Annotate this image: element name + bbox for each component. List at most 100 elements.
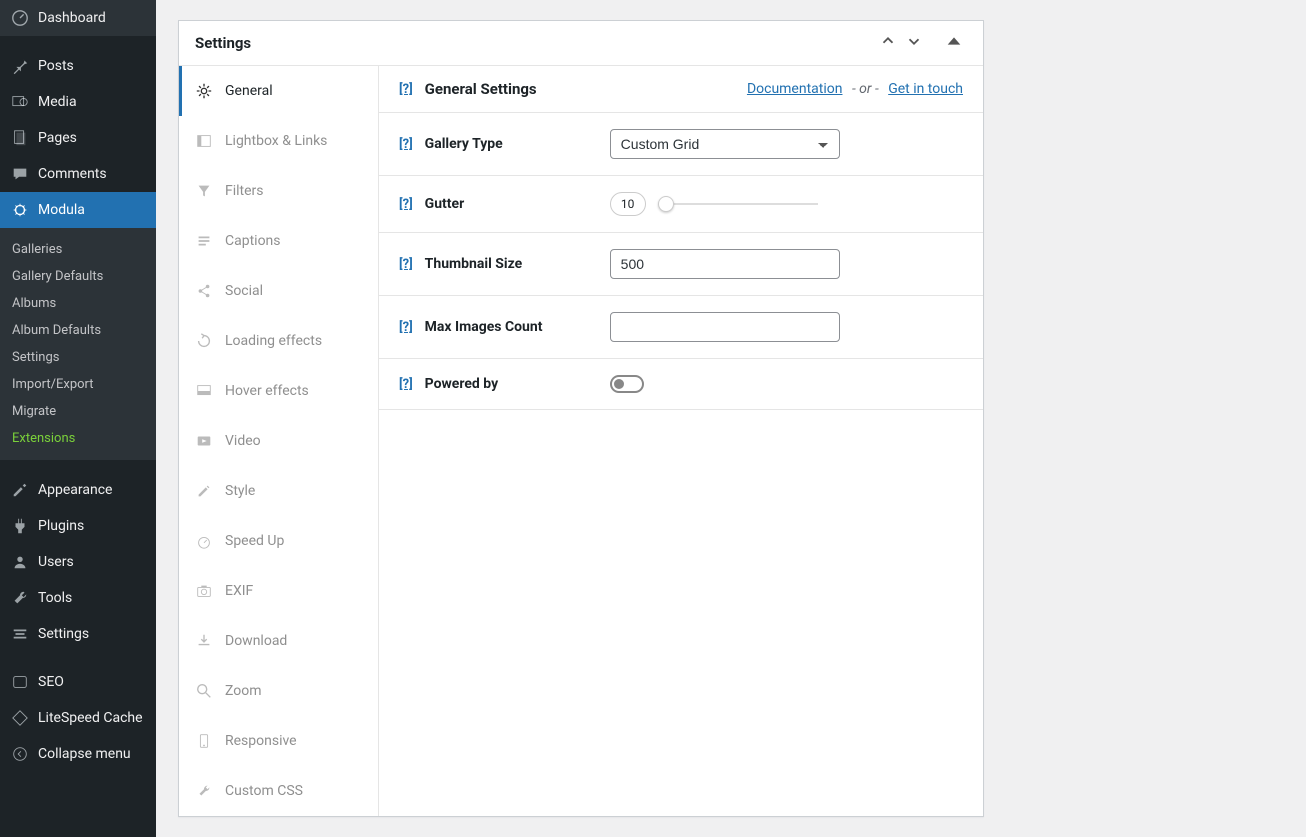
help-icon[interactable]: [?] xyxy=(399,320,413,335)
panel-down-icon[interactable] xyxy=(901,32,927,54)
row-thumbnail: [?] Thumbnail Size xyxy=(379,233,983,296)
sidebar-item-users[interactable]: Users xyxy=(0,544,156,580)
settings-panel: Settings General Lightbox & Links Filter… xyxy=(178,20,984,817)
sidebar-label: Media xyxy=(38,94,77,110)
tab-label: Lightbox & Links xyxy=(225,133,327,149)
documentation-link[interactable]: Documentation xyxy=(747,81,843,97)
sidebar-label: Modula xyxy=(38,202,85,218)
main-header: [?] General Settings Documentation - or … xyxy=(379,66,983,113)
tab-filters[interactable]: Filters xyxy=(179,166,378,216)
help-icon[interactable]: [?] xyxy=(399,257,413,272)
sidebar-item-litespeed[interactable]: LiteSpeed Cache xyxy=(0,700,156,736)
sidebar-item-collapse[interactable]: Collapse menu xyxy=(0,736,156,772)
tab-download[interactable]: Download xyxy=(179,616,378,666)
tab-label: Hover effects xyxy=(225,383,309,399)
sidebar-item-pages[interactable]: Pages xyxy=(0,120,156,156)
help-icon[interactable]: [?] xyxy=(399,137,413,152)
tab-label: General xyxy=(225,83,273,99)
panel-title: Settings xyxy=(195,34,875,52)
submenu-gallery-defaults[interactable]: Gallery Defaults xyxy=(0,263,156,290)
sidebar-item-comments[interactable]: Comments xyxy=(0,156,156,192)
social-icon xyxy=(195,282,213,300)
tab-label: Captions xyxy=(225,233,281,249)
speedup-icon xyxy=(195,532,213,550)
sidebar-item-seo[interactable]: SEO xyxy=(0,664,156,700)
pages-icon xyxy=(10,128,30,148)
lightbox-icon xyxy=(195,132,213,150)
sidebar-label: LiteSpeed Cache xyxy=(38,710,143,726)
submenu-settings[interactable]: Settings xyxy=(0,344,156,371)
link-separator: - or - xyxy=(846,81,885,97)
style-icon xyxy=(195,482,213,500)
row-powered-by: [?] Powered by xyxy=(379,359,983,410)
tab-hover[interactable]: Hover effects xyxy=(179,366,378,416)
thumbnail-input[interactable] xyxy=(610,249,840,279)
sidebar-label: Users xyxy=(38,554,74,570)
sidebar-item-plugins[interactable]: Plugins xyxy=(0,508,156,544)
tab-lightbox[interactable]: Lightbox & Links xyxy=(179,116,378,166)
help-icon[interactable]: [?] xyxy=(399,82,413,97)
download-icon xyxy=(195,632,213,650)
row-gutter: [?] Gutter 10 xyxy=(379,176,983,233)
tab-zoom[interactable]: Zoom xyxy=(179,666,378,716)
submenu-extensions[interactable]: Extensions xyxy=(0,425,156,452)
tab-label: Social xyxy=(225,283,263,299)
tab-style[interactable]: Style xyxy=(179,466,378,516)
slider-thumb[interactable] xyxy=(658,196,674,212)
gutter-label: Gutter xyxy=(425,196,610,212)
sidebar-label: Appearance xyxy=(38,482,112,498)
tab-label: EXIF xyxy=(225,583,253,599)
gear-icon xyxy=(195,82,213,100)
sidebar-item-settings[interactable]: Settings xyxy=(0,616,156,652)
customcss-icon xyxy=(195,782,213,800)
sidebar-item-modula[interactable]: Modula xyxy=(0,192,156,228)
submenu-import-export[interactable]: Import/Export xyxy=(0,371,156,398)
tab-speedup[interactable]: Speed Up xyxy=(179,516,378,566)
sidebar-item-tools[interactable]: Tools xyxy=(0,580,156,616)
row-max-images: [?] Max Images Count xyxy=(379,296,983,359)
tab-label: Zoom xyxy=(225,683,262,699)
tab-label: Loading effects xyxy=(225,333,322,349)
sidebar-item-media[interactable]: Media xyxy=(0,84,156,120)
pin-icon xyxy=(10,56,30,76)
submenu-migrate[interactable]: Migrate xyxy=(0,398,156,425)
tab-social[interactable]: Social xyxy=(179,266,378,316)
tab-responsive[interactable]: Responsive xyxy=(179,716,378,766)
submenu-galleries[interactable]: Galleries xyxy=(0,236,156,263)
panel-toggle-icon[interactable] xyxy=(941,32,967,54)
submenu-albums[interactable]: Albums xyxy=(0,290,156,317)
tab-loading[interactable]: Loading effects xyxy=(179,316,378,366)
sidebar-item-appearance[interactable]: Appearance xyxy=(0,472,156,508)
max-images-input[interactable] xyxy=(610,312,840,342)
settings-tabs: General Lightbox & Links Filters Caption… xyxy=(179,66,379,816)
help-icon[interactable]: [?] xyxy=(399,377,413,392)
tab-general[interactable]: General xyxy=(179,66,378,116)
powered-toggle[interactable] xyxy=(610,375,644,393)
submenu-album-defaults[interactable]: Album Defaults xyxy=(0,317,156,344)
sidebar-item-posts[interactable]: Posts xyxy=(0,48,156,84)
exif-icon xyxy=(195,582,213,600)
loading-icon xyxy=(195,332,213,350)
media-icon xyxy=(10,92,30,112)
admin-sidebar: Dashboard Posts Media Pages Comments Mod… xyxy=(0,0,156,837)
main-title: General Settings xyxy=(425,80,747,98)
max-images-label: Max Images Count xyxy=(425,319,610,335)
tab-video[interactable]: Video xyxy=(179,416,378,466)
sidebar-label: Plugins xyxy=(38,518,84,534)
tab-captions[interactable]: Captions xyxy=(179,216,378,266)
tab-customcss[interactable]: Custom CSS xyxy=(179,766,378,816)
gallery-type-select[interactable]: Custom Grid xyxy=(610,129,840,159)
gutter-slider[interactable] xyxy=(658,203,818,205)
powered-label: Powered by xyxy=(425,376,610,392)
users-icon xyxy=(10,552,30,572)
tools-icon xyxy=(10,588,30,608)
plugins-icon xyxy=(10,516,30,536)
sidebar-item-dashboard[interactable]: Dashboard xyxy=(0,0,156,36)
tab-label: Custom CSS xyxy=(225,783,303,799)
panel-up-icon[interactable] xyxy=(875,32,901,54)
responsive-icon xyxy=(195,732,213,750)
tab-exif[interactable]: EXIF xyxy=(179,566,378,616)
contact-link[interactable]: Get in touch xyxy=(888,81,963,97)
help-icon[interactable]: [?] xyxy=(399,197,413,212)
settings-icon xyxy=(10,624,30,644)
